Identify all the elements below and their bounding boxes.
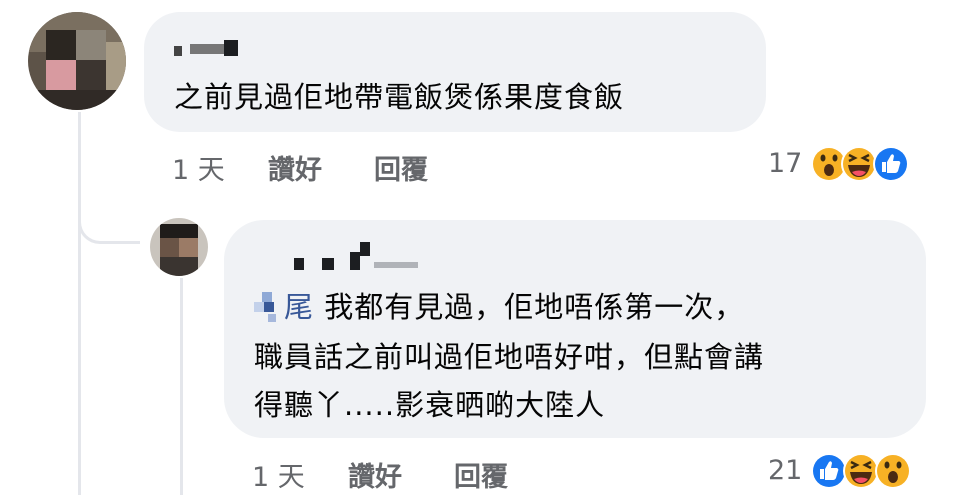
like-button[interactable]: 讚好	[348, 455, 402, 494]
reply-button[interactable]: 回覆	[374, 148, 428, 187]
avatar-pixelation	[28, 12, 126, 110]
redacted-author-name[interactable]	[174, 40, 244, 58]
thread-line-reply	[180, 278, 183, 495]
user-mention-tag[interactable]: 尾	[284, 290, 314, 324]
mention-pixelation	[254, 292, 284, 322]
reply-timestamp[interactable]: 1 天	[252, 455, 305, 494]
like-reaction-icon[interactable]	[872, 145, 910, 183]
thread-line-main	[78, 112, 81, 495]
reply-button[interactable]: 回覆	[454, 455, 508, 494]
redacted-author-name[interactable]	[294, 242, 444, 274]
reaction-count[interactable]: 21	[768, 455, 802, 486]
reply-text-line-3: 得聽丫.....影衰晒啲大陸人	[254, 388, 606, 422]
reply-text-line-1: 尾 我都有見過，佢地唔係第一次，	[284, 290, 745, 324]
reply-text-line-2: 職員話之前叫過佢地唔好咁，但點會講	[254, 340, 765, 374]
comment-bubble: 之前見過佢地帶電飯煲係果度食飯	[144, 12, 766, 132]
commenter-avatar[interactable]	[28, 12, 126, 110]
thread-connector	[78, 196, 140, 244]
reaction-count[interactable]: 17	[768, 148, 802, 179]
comment-text: 之前見過佢地帶電飯煲係果度食飯	[174, 80, 625, 114]
avatar-pixelation	[150, 218, 208, 276]
wow-reaction-icon[interactable]	[874, 452, 912, 490]
comment-timestamp[interactable]: 1 天	[172, 148, 225, 187]
reply-bubble: 尾 我都有見過，佢地唔係第一次， 職員話之前叫過佢地唔好咁，但點會講 得聽丫..…	[224, 220, 926, 438]
like-button[interactable]: 讚好	[268, 148, 322, 187]
reply-avatar[interactable]	[150, 218, 208, 276]
